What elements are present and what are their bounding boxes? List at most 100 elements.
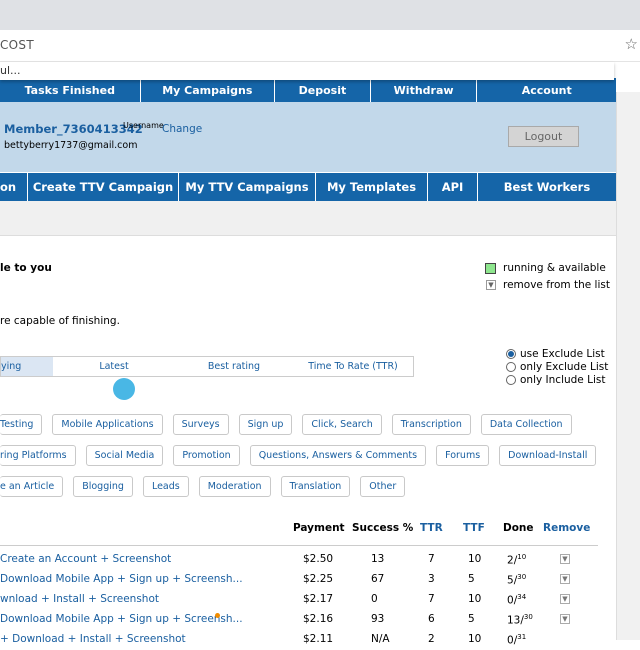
header-divider — [0, 545, 598, 546]
tag-click-search[interactable]: Click, Search — [302, 414, 382, 435]
table-row[interactable]: Create an Account + Screenshot $2.50 13 … — [0, 550, 600, 570]
tag-leads[interactable]: Leads — [142, 476, 189, 497]
tag-transcription[interactable]: Transcription — [391, 414, 471, 435]
tag-sharing-platforms[interactable]: ring Platforms — [0, 445, 76, 466]
success-value: N/A — [371, 633, 390, 645]
table-row[interactable]: Download Mobile App + Sign up + Screensh… — [0, 570, 600, 590]
column-header-success[interactable]: Success % — [352, 522, 413, 534]
top-nav-withdraw[interactable]: Withdraw — [371, 78, 478, 102]
suggestion-text[interactable]: ul... — [0, 64, 21, 77]
username-label: Username — [123, 121, 164, 130]
done-count: 0 — [507, 634, 514, 647]
table-row[interactable]: Download Mobile App + Sign up + Screensh… — [0, 610, 600, 630]
tag-sign-up[interactable]: Sign up — [238, 414, 293, 435]
legend-remove-label: remove from the list — [503, 279, 610, 291]
done-value: 2/10 — [507, 553, 527, 567]
tab-best-rating[interactable]: Best rating — [175, 357, 293, 376]
campaign-name-link[interactable]: Download Mobile App + Sign up + Screensh… — [0, 573, 243, 585]
status-dot-icon — [215, 613, 220, 618]
tab-paying[interactable]: ying — [1, 357, 53, 376]
top-nav: Tasks Finished My Campaigns Deposit With… — [0, 78, 616, 102]
logout-button[interactable]: Logout — [508, 126, 579, 147]
bookmark-star-icon[interactable]: ☆ — [625, 35, 638, 53]
change-username-link[interactable]: Change — [162, 123, 202, 135]
tag-write-an-article[interactable]: e an Article — [0, 476, 64, 497]
done-value: 0/34 — [507, 593, 527, 607]
column-header-ttf[interactable]: TTF — [463, 522, 485, 534]
tag-forums[interactable]: Forums — [436, 445, 490, 466]
top-nav-tasks-finished[interactable]: Tasks Finished — [0, 78, 141, 102]
campaign-name-link[interactable]: Download Mobile App + Sign up + Screensh… — [0, 613, 243, 625]
remove-arrow-icon[interactable]: ▼ — [560, 574, 570, 584]
done-count: 5 — [507, 574, 514, 587]
remove-arrow-icon[interactable]: ▼ — [560, 594, 570, 604]
category-tags-row-3: e an Article Blogging Leads Moderation T… — [0, 476, 415, 497]
payment-value: $2.25 — [303, 573, 334, 585]
tag-blogging[interactable]: Blogging — [73, 476, 133, 497]
address-suggestion-dropdown[interactable]: ul... — [0, 62, 614, 80]
success-value: 13 — [371, 553, 385, 565]
address-bar[interactable]: COST ☆ — [0, 30, 640, 62]
column-header-done[interactable]: Done — [503, 522, 534, 534]
tag-download-install[interactable]: Download-Install — [499, 445, 597, 466]
top-nav-deposit[interactable]: Deposit — [275, 78, 371, 102]
remove-arrow-icon[interactable]: ▼ — [560, 554, 570, 564]
browser-tabstrip — [0, 0, 640, 30]
legend-running-label: running & available — [503, 262, 606, 274]
tag-other[interactable]: Other — [360, 476, 406, 497]
main-nav-api[interactable]: API — [428, 173, 478, 201]
tag-promotion[interactable]: Promotion — [173, 445, 240, 466]
payment-value: $2.50 — [303, 553, 334, 565]
page-scrollbar[interactable] — [616, 92, 640, 640]
column-header-ttr[interactable]: TTR — [420, 522, 443, 534]
user-panel: Member_7360413342 Username Change bettyb… — [0, 102, 616, 172]
running-available-swatch — [485, 263, 496, 274]
campaign-name-link[interactable]: + Download + Install + Screenshot — [0, 633, 186, 645]
main-nav-my-templates[interactable]: My Templates — [316, 173, 428, 201]
ttf-value: 10 — [468, 593, 482, 605]
main-nav-my-ttv-campaigns[interactable]: My TTV Campaigns — [179, 173, 316, 201]
table-row[interactable]: + Download + Install + Screenshot $2.11 … — [0, 630, 600, 650]
filter-only-exclude[interactable]: only Exclude List — [506, 360, 608, 373]
ttr-value: 2 — [428, 633, 435, 645]
tag-social-media[interactable]: Social Media — [85, 445, 164, 466]
tag-mobile-applications[interactable]: Mobile Applications — [52, 414, 163, 435]
remove-arrow-icon[interactable]: ▼ — [560, 614, 570, 624]
username: Member_7360413342 — [4, 122, 143, 136]
column-header-payment[interactable]: Payment — [293, 522, 345, 534]
tag-surveys[interactable]: Surveys — [172, 414, 229, 435]
campaign-name-link[interactable]: wnload + Install + Screenshot — [0, 593, 159, 605]
remove-arrow-icon: ▼ — [486, 280, 496, 290]
tag-questions-answers-comments[interactable]: Questions, Answers & Comments — [249, 445, 427, 466]
main-nav-item-partial[interactable]: on — [0, 173, 28, 201]
tag-translation[interactable]: Translation — [280, 476, 351, 497]
radio-button[interactable] — [506, 374, 516, 385]
tag-moderation[interactable]: Moderation — [198, 476, 271, 497]
done-total: 30 — [517, 573, 527, 581]
table-row[interactable]: wnload + Install + Screenshot $2.17 0 7 … — [0, 590, 600, 610]
category-tags-row-2: ring Platforms Social Media Promotion Qu… — [0, 445, 606, 466]
main-nav-create-ttv-campaign[interactable]: Create TTV Campaign — [28, 173, 179, 201]
campaign-name-link[interactable]: Create an Account + Screenshot — [0, 553, 171, 565]
tab-time-to-rate[interactable]: Time To Rate (TTR) — [293, 357, 413, 376]
top-nav-account[interactable]: Account — [477, 78, 616, 102]
success-value: 0 — [371, 593, 378, 605]
column-header-remove[interactable]: Remove — [543, 522, 590, 534]
list-filter-options: use Exclude List only Exclude List only … — [506, 347, 608, 386]
tab-latest[interactable]: Latest — [53, 357, 175, 376]
top-nav-my-campaigns[interactable]: My Campaigns — [141, 78, 276, 102]
radio-button[interactable] — [506, 361, 516, 372]
address-text[interactable]: COST — [0, 38, 34, 52]
main-nav-best-workers[interactable]: Best Workers — [478, 173, 616, 201]
click-cursor-indicator — [113, 378, 135, 400]
radio-button-selected[interactable] — [506, 348, 516, 359]
sort-tabs: ying Latest Best rating Time To Rate (TT… — [0, 356, 414, 377]
filter-use-exclude[interactable]: use Exclude List — [506, 347, 608, 360]
tag-testing[interactable]: Testing — [0, 414, 43, 435]
filter-only-include[interactable]: only Include List — [506, 373, 608, 386]
ttf-value: 10 — [468, 553, 482, 565]
filter-label: use Exclude List — [520, 347, 605, 360]
filter-label: only Exclude List — [520, 360, 609, 373]
main-nav: on Create TTV Campaign My TTV Campaigns … — [0, 173, 616, 201]
tag-data-collection[interactable]: Data Collection — [480, 414, 572, 435]
